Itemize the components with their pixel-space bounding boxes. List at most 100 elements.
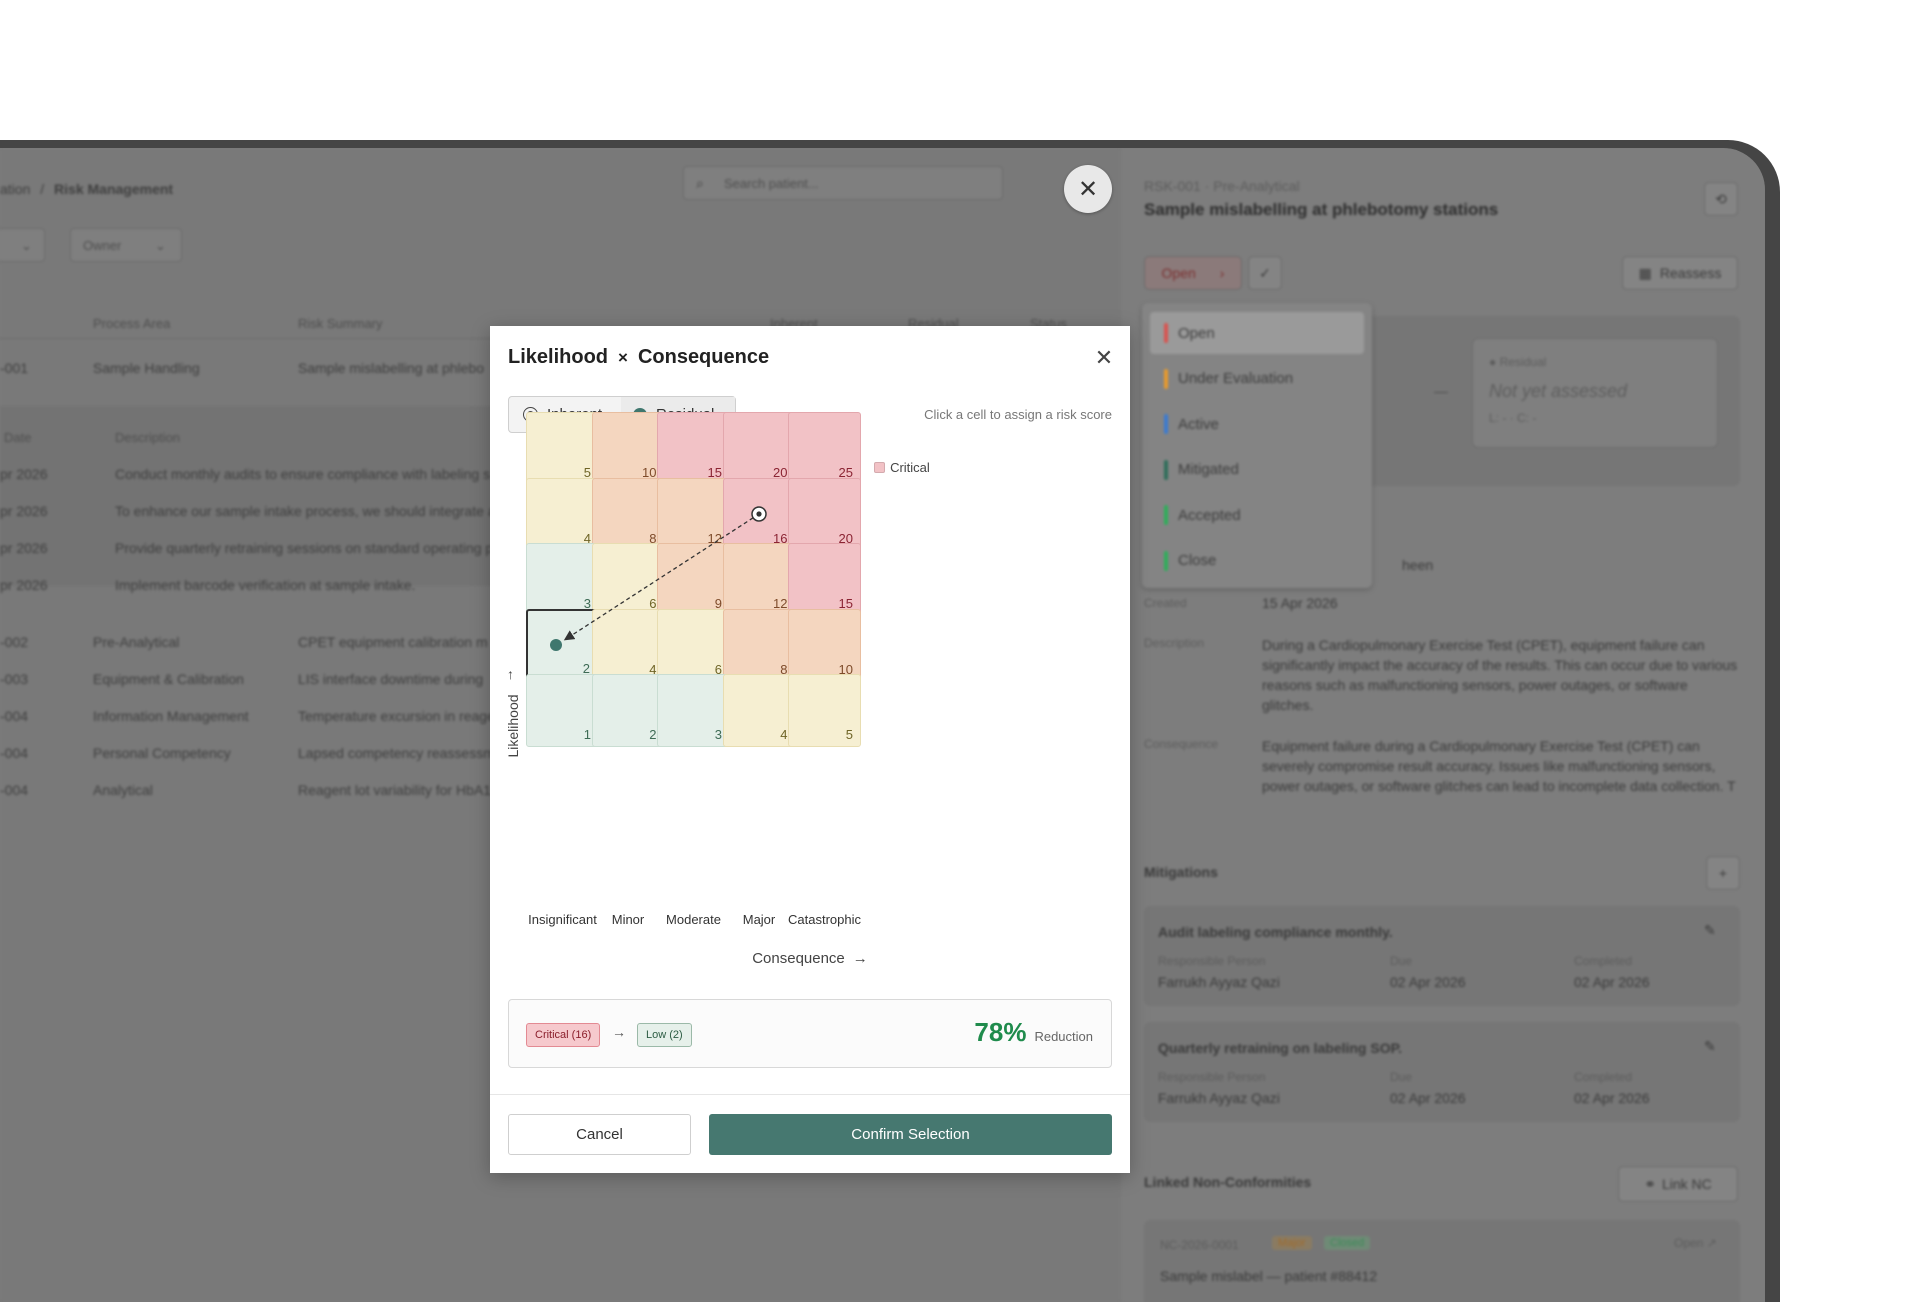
cell-score: 2 — [649, 727, 657, 742]
arrow-right-icon: → — [852, 950, 868, 967]
status-option-label: Under Evaluation — [1178, 370, 1294, 387]
matrix-cell-residual-selected[interactable]: 2 — [526, 608, 599, 682]
col-person: Responsible Person — [1158, 954, 1266, 968]
matrix-cell[interactable]: 1 — [526, 674, 599, 747]
link-icon: ⚭ — [1644, 1175, 1656, 1192]
chevron-right-icon: › — [1219, 265, 1225, 281]
sub-header-description: Description — [115, 430, 181, 445]
nc-open-link[interactable]: Open ↗ — [1674, 1236, 1717, 1250]
matrix-cell[interactable]: 12 — [657, 477, 730, 551]
status-option-accepted[interactable]: Accepted — [1150, 494, 1364, 536]
table-row-summary[interactable]: Lapsed competency reassessm — [298, 745, 495, 761]
consequence-col-label: Catastrophic — [788, 912, 861, 927]
consequence-text: Equipment failure during a Cardiopulmona… — [1262, 738, 1736, 794]
matrix-cell[interactable]: 10 — [591, 412, 665, 485]
nc-card[interactable]: NC-2026-0001 Major Closed Open ↗ Sample … — [1144, 1220, 1740, 1302]
header-process-area: Process Area — [93, 316, 171, 331]
breadcrumb-parent[interactable]: ation — [0, 181, 30, 197]
history-icon[interactable]: ⟲ — [1704, 182, 1738, 216]
status-option-label: Accepted — [1178, 506, 1241, 524]
add-mitigation-button[interactable]: + — [1706, 856, 1740, 890]
reassess-button[interactable]: ▦ Reassess — [1622, 256, 1738, 290]
mitigation-person: Farrukh Ayyaz Qazi — [1158, 1090, 1280, 1106]
row-summary[interactable]: Sample mislabelling at phlebo — [298, 360, 484, 376]
residual-card[interactable]: ● Residual Not yet assessed L: - · C: - — [1472, 338, 1718, 448]
status-option-mitigated[interactable]: Mitigated — [1150, 449, 1364, 491]
matrix-cell[interactable]: 3 — [526, 543, 599, 616]
matrix-cell[interactable]: 10 — [788, 608, 861, 682]
pencil-icon[interactable]: ✎ — [1704, 922, 1716, 939]
matrix-cell[interactable]: 9 — [657, 543, 730, 616]
axis-y-label: Likelihood — [505, 694, 521, 758]
matrix-cell[interactable]: 25 — [788, 412, 861, 485]
cancel-button[interactable]: Cancel — [508, 1114, 691, 1155]
row-id: -001 — [0, 360, 29, 376]
status-option-open[interactable]: Open — [1150, 312, 1364, 354]
status-button[interactable]: Open › — [1144, 256, 1242, 290]
matrix-cell[interactable]: 4 — [722, 674, 796, 747]
status-color-bar — [1164, 550, 1168, 571]
status-option-label: Close — [1178, 552, 1217, 569]
mitigation-card[interactable]: Quarterly retraining on labeling SOP. ✎ Re… — [1144, 1022, 1740, 1122]
table-row-summary[interactable]: LIS interface downtime during — [298, 671, 483, 687]
breadcrumb-sep: / — [40, 181, 45, 197]
mitigation-card[interactable]: Audit labeling compliance monthly. ✎ Respo… — [1144, 906, 1740, 1006]
close-icon: ✕ — [1077, 175, 1099, 203]
axis-x: Consequence → — [490, 950, 1130, 967]
matrix-cell-inherent[interactable]: 16 — [722, 477, 796, 551]
sub-row-desc: Implement barcode verification at sample… — [115, 577, 416, 593]
status-color-bar — [1164, 323, 1168, 343]
table-row-summary[interactable]: CPET equipment calibration m — [298, 634, 488, 650]
table-row-summary[interactable]: Temperature excursion in reage — [298, 708, 495, 724]
risk-matrix-modal: Likelihood × Consequence ✕ Inherent Resi… — [490, 326, 1130, 1173]
nc-severity-badge: Major — [1272, 1236, 1312, 1250]
matrix-cell[interactable]: 3 — [657, 674, 730, 747]
close-drawer-button[interactable]: ✕ — [1064, 165, 1112, 213]
search-input[interactable]: Search patient... — [724, 176, 819, 191]
owner-filter-label: Owner — [83, 238, 122, 253]
search-box[interactable]: ⌕ Search patient... — [683, 166, 1003, 200]
matrix-cell[interactable]: 5 — [526, 412, 599, 485]
table-row-summary[interactable]: Reagent lot variability for HbA1 — [298, 782, 491, 798]
status-option-under-evaluation[interactable]: Under Evaluation — [1150, 358, 1364, 400]
col-person: Responsible Person — [1158, 1070, 1266, 1084]
sub-row-date: pr 2026 — [0, 540, 48, 556]
check-icon[interactable]: ✓ — [1248, 256, 1282, 290]
filter-dropdown[interactable]: ⌄ — [0, 228, 45, 262]
mitigation-due: 02 Apr 2026 — [1390, 974, 1466, 990]
matrix-cell[interactable]: 6 — [591, 543, 665, 616]
matrix-cell[interactable]: 12 — [722, 543, 796, 616]
status-option-label: Open — [1178, 324, 1215, 342]
matrix-cell[interactable]: 5 — [788, 674, 861, 747]
status-option-close[interactable]: Close — [1150, 540, 1364, 582]
matrix-cell[interactable]: 8 — [722, 608, 796, 682]
matrix-cell[interactable]: 4 — [526, 477, 599, 551]
owner-filter[interactable]: Owner ⌄ — [70, 228, 182, 262]
cell-score: 1 — [583, 727, 591, 742]
table-row-id: -003 — [0, 671, 29, 687]
status-color-bar — [1164, 459, 1168, 480]
matrix-cell[interactable]: 15 — [657, 412, 730, 485]
owner-value: heen — [1402, 557, 1434, 573]
matrix-cell[interactable]: 20 — [788, 477, 861, 551]
status-option-active[interactable]: Active — [1150, 403, 1364, 445]
table-row-area: Personal Competency — [93, 745, 231, 761]
cell-score: 3 — [714, 727, 722, 742]
matrix-cell[interactable]: 20 — [722, 412, 796, 485]
inherent-score-chip: Critical (16) — [526, 1023, 601, 1047]
consequence-label: Consequence — [1144, 737, 1219, 751]
pencil-icon[interactable]: ✎ — [1704, 1038, 1716, 1055]
matrix-cell[interactable]: 2 — [591, 674, 665, 747]
residual-label: ● Residual — [1489, 355, 1547, 369]
matrix-cell[interactable]: 15 — [788, 543, 861, 616]
mitigation-title: Quarterly retraining on labeling SOP. — [1158, 1040, 1403, 1056]
confirm-selection-button[interactable]: Confirm Selection — [709, 1114, 1112, 1155]
matrix-cell[interactable]: 8 — [591, 477, 665, 551]
matrix-cell[interactable]: 4 — [591, 608, 665, 682]
link-nc-button[interactable]: ⚭ Link NC — [1618, 1166, 1738, 1202]
table-row-id: -004 — [0, 745, 29, 761]
matrix-cell[interactable]: 6 — [657, 608, 730, 682]
sub-row-desc: To enhance our sample intake process, we… — [115, 503, 496, 519]
table-row-id: -002 — [0, 634, 29, 650]
link-nc-label: Link NC — [1661, 1176, 1712, 1192]
